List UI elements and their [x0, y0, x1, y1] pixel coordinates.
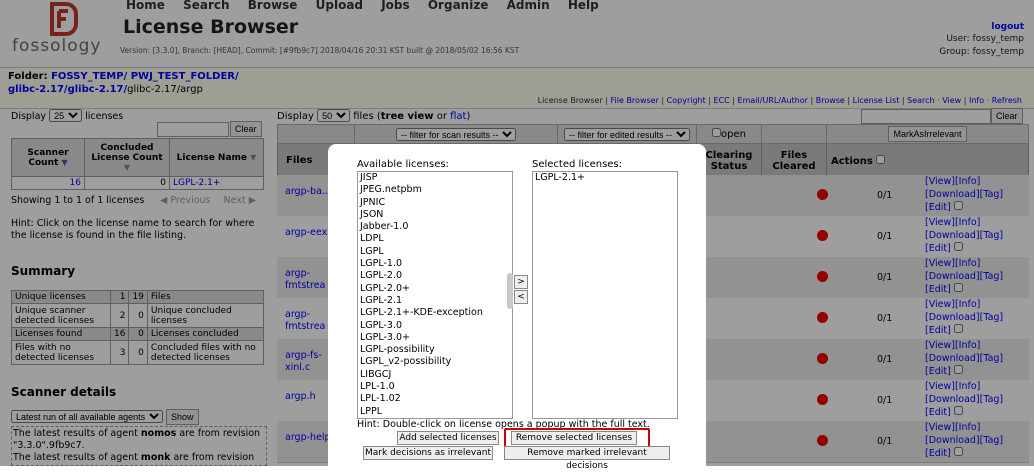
list-item[interactable]: LGPL-2.1+-KDE-exception	[358, 307, 512, 319]
selected-licenses-list[interactable]: LGPL-2.1+	[532, 171, 678, 419]
add-selected-licenses-button[interactable]: Add selected licenses	[397, 431, 499, 445]
list-item[interactable]: LGPL-3.0+	[358, 332, 512, 344]
list-item[interactable]: LGPL-possibility	[358, 344, 512, 356]
list-item[interactable]: JISP	[358, 172, 512, 184]
list-item[interactable]: LPL-1.02	[358, 393, 512, 405]
move-right-button[interactable]: >	[514, 275, 528, 289]
available-licenses-label: Available licenses:	[357, 159, 449, 170]
list-item[interactable]: LGPL-2.1	[358, 295, 512, 307]
list-item[interactable]: LGPL_v2-possibility	[358, 356, 512, 368]
list-item[interactable]: LPPL	[358, 406, 512, 418]
list-item[interactable]: LGPL-1.0	[358, 258, 512, 270]
list-item[interactable]: LGPL-3.0	[358, 320, 512, 332]
move-left-button[interactable]: <	[514, 290, 528, 304]
available-licenses-list[interactable]: JISP JPEG.netpbm JPNIC JSON Jabber-1.0 LDPL LG…	[357, 171, 513, 419]
list-item[interactable]: LPL-1.0	[358, 381, 512, 393]
remove-marked-irrelevant-button[interactable]: Remove marked irrelevant decisions	[504, 446, 670, 471]
remove-selected-licenses-button[interactable]: Remove selected licenses	[511, 431, 637, 445]
list-item[interactable]: LDPL	[358, 233, 512, 245]
list-item[interactable]: JSON	[358, 209, 512, 221]
list-item[interactable]: LGPL-2.0	[358, 270, 512, 282]
list-item[interactable]: Jabber-1.0	[358, 221, 512, 233]
list-scrollbar[interactable]	[507, 273, 513, 309]
list-item[interactable]: LGPL-2.1+	[533, 172, 677, 184]
mark-decisions-irrelevant-button[interactable]: Mark decisions as irrelevant	[363, 446, 493, 460]
list-item[interactable]: JPEG.netpbm	[358, 184, 512, 196]
license-decision-dialog: Available licenses: Selected licenses: J…	[328, 144, 706, 471]
list-item[interactable]: JPNIC	[358, 197, 512, 209]
list-item[interactable]: LGPL-2.0+	[358, 283, 512, 295]
list-item[interactable]: LGPL	[358, 246, 512, 258]
list-item[interactable]: LIBGCJ	[358, 369, 512, 381]
selected-licenses-label: Selected licenses:	[532, 159, 623, 170]
